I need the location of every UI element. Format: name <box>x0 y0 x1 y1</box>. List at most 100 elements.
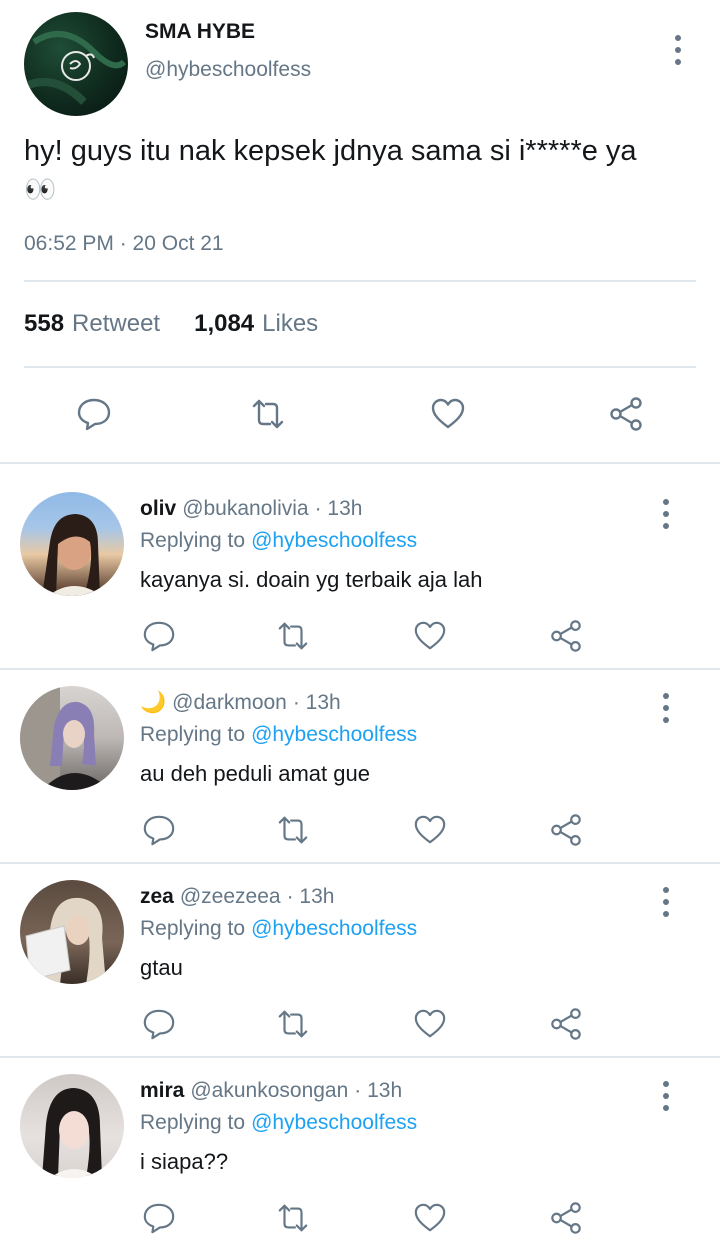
retweet-count[interactable]: 558 <box>24 310 64 338</box>
heart-icon <box>431 398 465 429</box>
tweet-text-line: hy! guys itu nak kepsek jdnya sama si i*… <box>24 135 637 167</box>
reply-divider <box>0 862 720 864</box>
replying-to-label: Replying to <box>140 917 246 940</box>
retweet-button[interactable] <box>250 396 286 437</box>
reply-icon <box>143 1203 175 1234</box>
reply-author-handle[interactable]: @darkmoon <box>172 691 287 715</box>
reply-action-like[interactable] <box>413 813 447 852</box>
eyes-emoji: 👀 <box>24 174 57 204</box>
replying-to-handle[interactable]: @hybeschoolfess <box>251 723 417 747</box>
thread-divider <box>0 462 720 464</box>
reply-header: 🌙 @darkmoon · 13h <box>140 691 341 715</box>
reply-action-like[interactable] <box>413 1007 447 1046</box>
replying-to-label: Replying to <box>140 1111 246 1134</box>
reply-action-share[interactable] <box>549 1007 583 1046</box>
reply-time: · 13h <box>286 885 335 908</box>
reply-author-name[interactable]: mira <box>140 1079 184 1103</box>
replying-to: Replying to @hybeschoolfess <box>140 723 417 747</box>
replying-to-handle[interactable]: @hybeschoolfess <box>251 529 417 553</box>
reply-author-name[interactable]: 🌙 <box>140 691 166 715</box>
reply-avatar[interactable] <box>20 686 124 790</box>
share-icon <box>551 814 581 846</box>
retweet-icon <box>278 816 308 844</box>
reply-text: gtau <box>140 955 183 980</box>
reply-author-name[interactable]: oliv <box>140 497 176 521</box>
heart-icon <box>414 621 446 650</box>
reply-header: mira @akunkosongan · 13h <box>140 1079 402 1103</box>
likes-label[interactable]: Likes <box>262 310 318 338</box>
replying-to: Replying to @hybeschoolfess <box>140 917 417 941</box>
replying-to-label: Replying to <box>140 723 246 746</box>
reply-action-retweet[interactable] <box>276 813 310 852</box>
replying-to: Replying to @hybeschoolfess <box>140 1111 417 1135</box>
reply-action-retweet[interactable] <box>276 1007 310 1046</box>
reply-avatar[interactable] <box>20 1074 124 1178</box>
reply-divider <box>0 1056 720 1058</box>
share-icon <box>610 397 642 431</box>
replying-to-label: Replying to <box>140 529 246 552</box>
tweet-timestamp: 06:52 PM · 20 Oct 21 <box>24 232 224 255</box>
share-button[interactable] <box>608 396 644 437</box>
author-display-name[interactable]: SMA HYBE <box>145 20 255 44</box>
reply-divider <box>0 668 720 670</box>
reply-more-button[interactable] <box>662 1081 670 1111</box>
reply-action-reply[interactable] <box>142 813 176 852</box>
reply-more-button[interactable] <box>662 887 670 917</box>
reply-action-reply[interactable] <box>142 1201 176 1240</box>
author-handle[interactable]: @hybeschoolfess <box>145 58 311 82</box>
share-icon <box>551 620 581 652</box>
reply-action-share[interactable] <box>549 619 583 658</box>
reply-action-share[interactable] <box>549 813 583 852</box>
reply-header: zea @zeezeea · 13h <box>140 885 334 909</box>
logo-icon <box>24 31 127 105</box>
retweet-label[interactable]: Retweet <box>72 310 160 338</box>
reply-action-share[interactable] <box>549 1201 583 1240</box>
share-icon <box>551 1202 581 1234</box>
author-avatar[interactable] <box>24 12 128 116</box>
retweet-icon <box>252 399 284 429</box>
share-icon <box>551 1008 581 1040</box>
profile-photo <box>20 686 110 790</box>
reply-action-reply[interactable] <box>142 619 176 658</box>
replying-to: Replying to @hybeschoolfess <box>140 529 417 553</box>
profile-photo <box>25 897 106 984</box>
reply-text: au deh peduli amat gue <box>140 761 370 786</box>
stats-divider-top <box>24 280 696 282</box>
reply-text: i siapa?? <box>140 1149 229 1174</box>
likes-count[interactable]: 1,084 <box>194 310 254 338</box>
profile-photo <box>42 1088 102 1178</box>
retweet-icon <box>278 1204 308 1232</box>
stats-divider-bottom <box>24 366 696 368</box>
reply-author-name[interactable]: zea <box>140 885 174 909</box>
replying-to-handle[interactable]: @hybeschoolfess <box>251 917 417 941</box>
reply-time: · 13h <box>354 1079 403 1102</box>
reply-action-like[interactable] <box>413 619 447 658</box>
reply-icon <box>143 621 175 652</box>
reply-header: oliv @bukanolivia · 13h <box>140 497 362 521</box>
reply-icon <box>77 398 111 431</box>
reply-action-retweet[interactable] <box>276 1201 310 1240</box>
tweet-text: hy! guys itu nak kepsek jdnya sama si i*… <box>24 132 704 208</box>
reply-action-reply[interactable] <box>142 1007 176 1046</box>
reply-action-retweet[interactable] <box>276 619 310 658</box>
reply-avatar[interactable] <box>20 492 124 596</box>
reply-author-handle[interactable]: @akunkosongan <box>190 1079 348 1103</box>
retweet-icon <box>278 622 308 650</box>
reply-author-handle[interactable]: @zeezeea <box>180 885 281 909</box>
reply-more-button[interactable] <box>662 693 670 723</box>
reply-text: kayanya si. doain yg terbaik aja lah <box>140 567 483 592</box>
heart-icon <box>414 815 446 844</box>
reply-action-like[interactable] <box>413 1201 447 1240</box>
tweet-more-button[interactable] <box>674 35 682 65</box>
reply-icon <box>143 1009 175 1040</box>
reply-button[interactable] <box>76 396 112 437</box>
reply-time: · 13h <box>292 691 341 714</box>
reply-more-button[interactable] <box>662 499 670 529</box>
like-button[interactable] <box>430 396 466 437</box>
tweet-stats: 558 Retweet 1,084 Likes <box>24 310 318 338</box>
replying-to-handle[interactable]: @hybeschoolfess <box>251 1111 417 1135</box>
heart-icon <box>414 1009 446 1038</box>
reply-author-handle[interactable]: @bukanolivia <box>182 497 308 521</box>
retweet-icon <box>278 1010 308 1038</box>
reply-avatar[interactable] <box>20 880 124 984</box>
